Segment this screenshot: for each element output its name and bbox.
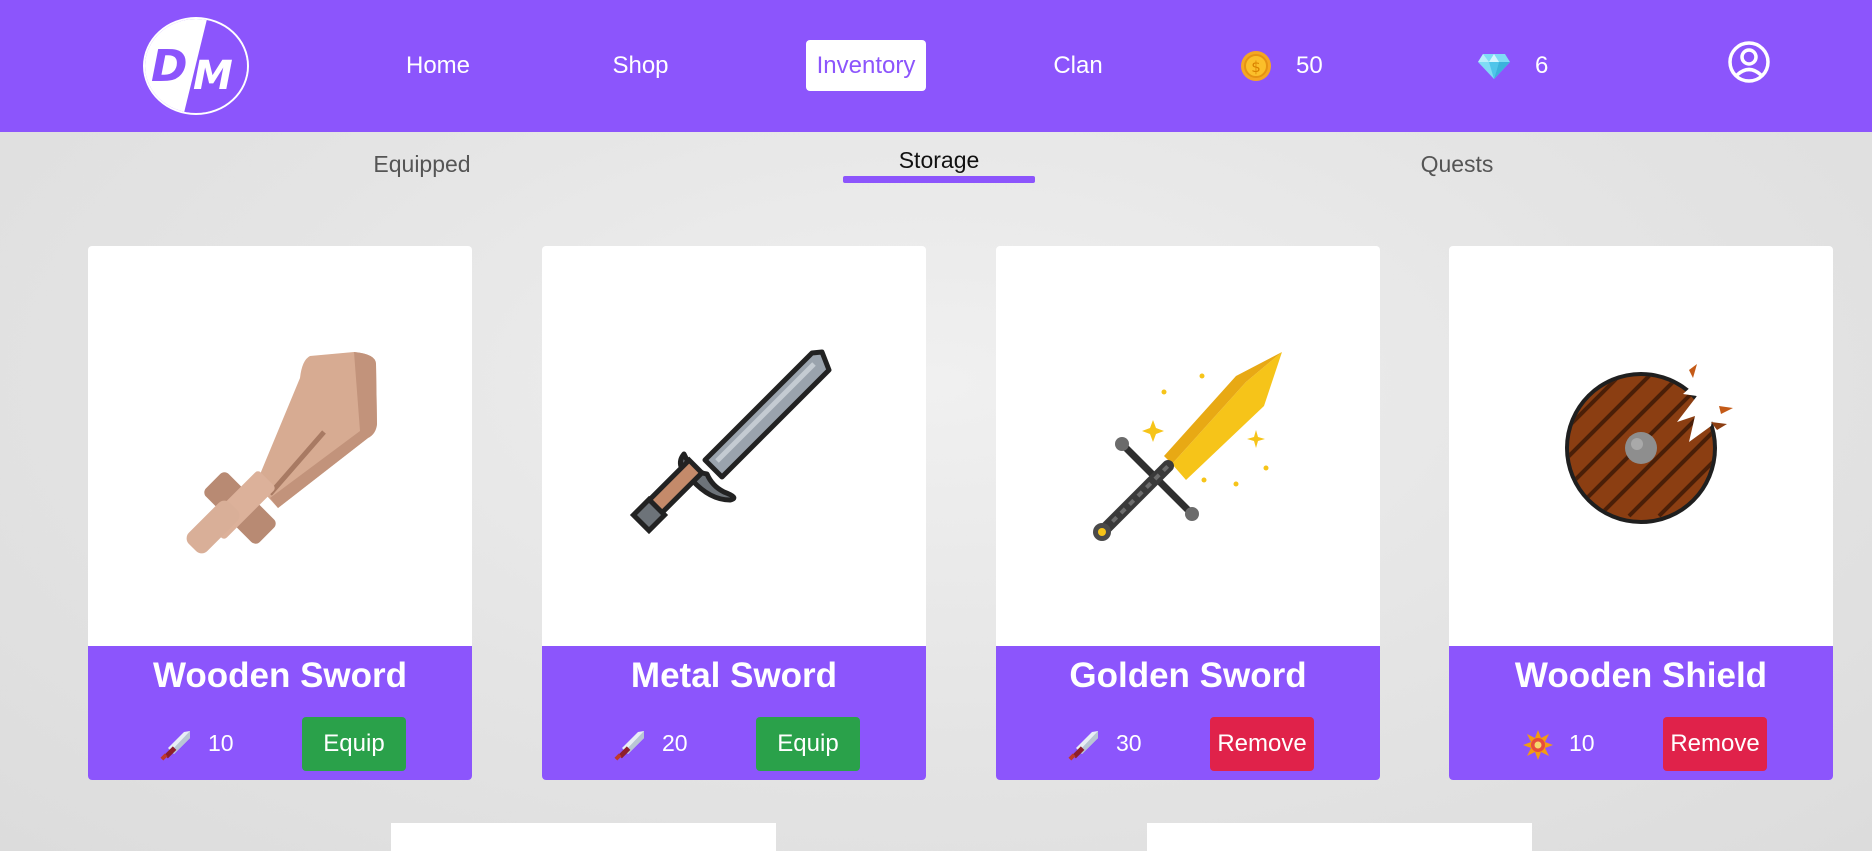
svg-text:$: $ [1251, 58, 1261, 76]
dm-logo[interactable]: D M [143, 17, 249, 115]
sword-attack-icon [160, 731, 190, 761]
item-stat: 10 [1569, 730, 1595, 756]
nav-shop-link[interactable]: Shop [600, 40, 681, 91]
item-card: Golden Sword 30 Remove [996, 246, 1380, 780]
equip-button[interactable]: Equip [756, 717, 860, 771]
remove-button[interactable]: Remove [1663, 717, 1767, 771]
item-card-partial [391, 823, 776, 851]
wooden-shield-image [1449, 246, 1833, 646]
active-tab-indicator [843, 176, 1035, 183]
sword-attack-icon [614, 731, 644, 761]
svg-text:D: D [151, 41, 188, 92]
golden-sword-image [996, 246, 1380, 646]
item-stat: 10 [208, 730, 234, 756]
gem-balance: 6 [1477, 45, 1548, 87]
coin-count: 50 [1296, 52, 1323, 79]
tab-equipped[interactable]: Equipped [352, 145, 492, 183]
diamond-icon [1478, 54, 1510, 79]
top-navbar: D M Home Shop Inventory Clan $ 50 6 [0, 0, 1872, 132]
item-stat: 20 [662, 730, 688, 756]
item-card: Wooden Sword 10 Equip [88, 246, 472, 780]
item-footer: Metal Sword 20 Equip [542, 646, 926, 780]
item-footer: Wooden Shield 10 Remove [1449, 646, 1833, 780]
item-footer: Golden Sword 30 Remove [996, 646, 1380, 780]
tab-storage[interactable]: Storage [843, 141, 1035, 179]
coin-icon: $ [1241, 51, 1271, 81]
item-name: Wooden Shield [1514, 656, 1768, 695]
nav-home-link[interactable]: Home [395, 40, 481, 91]
nav-clan-link[interactable]: Clan [1043, 40, 1113, 91]
nav-inventory-link[interactable]: Inventory [806, 40, 926, 91]
item-name: Metal Sword [630, 656, 838, 695]
item-card: Metal Sword 20 Equip [542, 246, 926, 780]
metal-sword-image [542, 246, 926, 646]
item-name: Wooden Sword [152, 656, 408, 695]
item-name: Golden Sword [1069, 656, 1307, 695]
wooden-sword-image [88, 246, 472, 646]
item-card-partial [1147, 823, 1532, 851]
item-footer: Wooden Sword 10 Equip [88, 646, 472, 780]
gem-count: 6 [1535, 52, 1549, 79]
sword-attack-icon [1068, 731, 1098, 761]
remove-button[interactable]: Remove [1210, 717, 1314, 771]
svg-text:M: M [193, 53, 233, 99]
item-stat: 30 [1116, 730, 1142, 756]
defense-burst-icon [1523, 730, 1553, 760]
user-circle-icon[interactable] [1727, 40, 1771, 84]
equip-button[interactable]: Equip [302, 717, 406, 771]
item-card: Wooden Shield 10 Remove [1449, 246, 1833, 780]
tab-quests[interactable]: Quests [1400, 145, 1514, 183]
coin-balance: $ 50 [1240, 45, 1323, 87]
